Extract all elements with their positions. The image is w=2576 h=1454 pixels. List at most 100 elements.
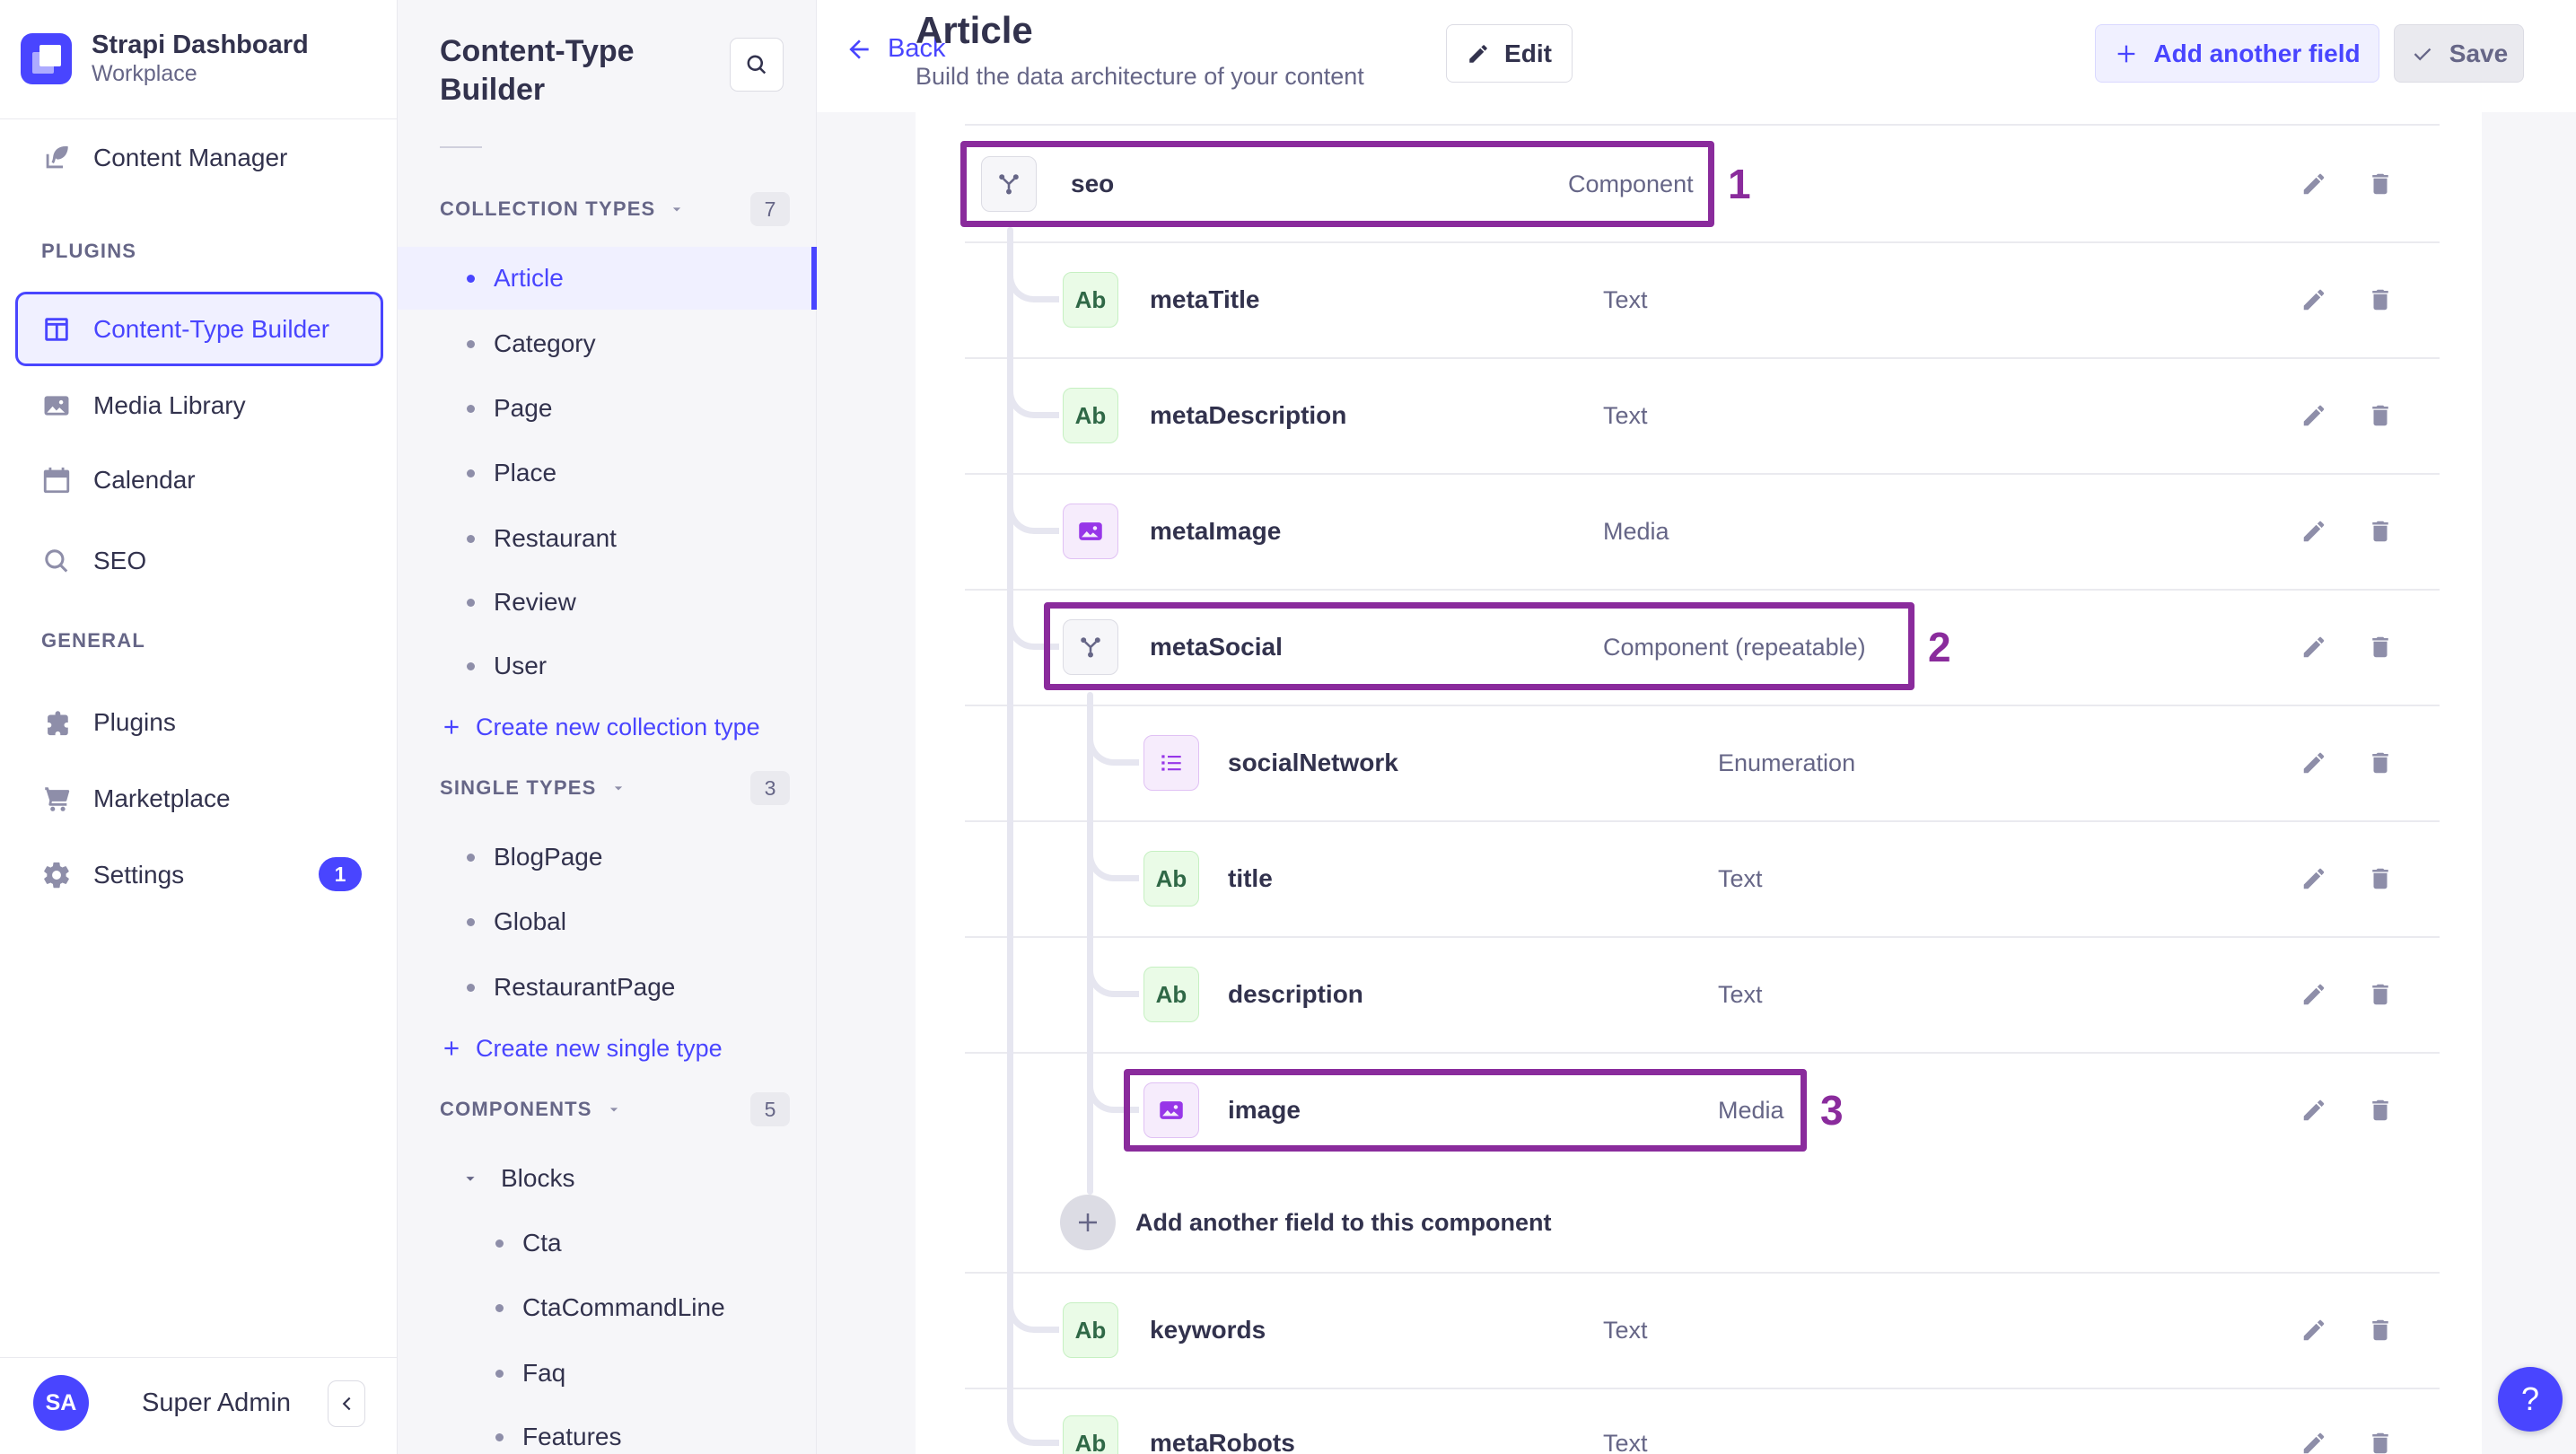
workspace-name: Workplace (92, 61, 197, 86)
sidebar-item-global[interactable]: Global (398, 895, 817, 949)
bullet-icon (495, 1239, 504, 1248)
sidebar-item-article[interactable]: Article (398, 247, 817, 310)
check-icon (2414, 48, 2431, 60)
field-row-metarobots: Ab metaRobots Text (916, 1415, 2441, 1454)
text-field-icon: Ab (1143, 967, 1199, 1022)
sidebar-item-restaurantpage[interactable]: RestaurantPage (398, 960, 817, 1014)
collection-types-header[interactable]: COLLECTION TYPES (440, 182, 686, 236)
edit-field-button[interactable] (2300, 402, 2327, 429)
search-button[interactable] (730, 38, 784, 92)
divider (0, 118, 397, 119)
sidebar-item-faq[interactable]: Faq (398, 1346, 817, 1400)
plus-circle-icon (1060, 1195, 1116, 1250)
nav-item-plugins[interactable]: Plugins (41, 696, 176, 749)
nav-label: Media Library (93, 391, 246, 419)
item-label: RestaurantPage (494, 973, 676, 1001)
field-type: Component (1568, 171, 1694, 197)
sidebar-item-blogpage[interactable]: BlogPage (398, 830, 817, 884)
seo-search-icon (41, 546, 72, 576)
edit-field-button[interactable] (2300, 518, 2327, 545)
delete-field-button[interactable] (2367, 1097, 2394, 1124)
edit-field-button[interactable] (2300, 749, 2327, 776)
create-single-type-link[interactable]: Create new single type (440, 1023, 723, 1073)
delete-field-button[interactable] (2367, 518, 2394, 545)
annotation-number-1: 1 (1728, 161, 1751, 207)
bullet-icon (467, 853, 475, 862)
delete-field-button[interactable] (2367, 171, 2394, 197)
user-avatar[interactable]: SA (33, 1375, 89, 1431)
item-label: Cta (522, 1229, 562, 1257)
add-another-field-button[interactable]: Add another field (2095, 24, 2379, 83)
row-divider (965, 1272, 2440, 1274)
nav-item-settings[interactable]: Settings (41, 848, 184, 902)
chevron-left-icon (342, 1397, 351, 1411)
edit-field-button[interactable] (2300, 865, 2327, 892)
delete-field-button[interactable] (2367, 634, 2394, 661)
nav-label: Plugins (93, 708, 176, 736)
item-label: Blocks (501, 1164, 575, 1192)
edit-field-button[interactable] (2300, 1430, 2327, 1454)
delete-field-button[interactable] (2367, 1317, 2394, 1344)
sidebar-item-user[interactable]: User (398, 639, 817, 693)
delete-field-button[interactable] (2367, 402, 2394, 429)
field-type: Text (1718, 865, 1763, 892)
delete-field-button[interactable] (2367, 749, 2394, 776)
plugins-puzzle-icon (41, 707, 72, 738)
group-label: COMPONENTS (440, 1098, 592, 1120)
edit-field-button[interactable] (2300, 981, 2327, 1008)
nav-item-media-library[interactable]: Media Library (41, 379, 246, 433)
sidebar-item-restaurant[interactable]: Restaurant (398, 512, 817, 565)
collection-types-count: 7 (750, 192, 790, 226)
edit-field-button[interactable] (2300, 634, 2327, 661)
bullet-icon (467, 339, 475, 348)
divider (0, 1357, 397, 1358)
bullet-icon (467, 404, 475, 413)
nav-item-seo[interactable]: SEO (41, 534, 146, 588)
create-collection-type-link[interactable]: Create new collection type (440, 702, 760, 752)
nav-item-content-manager[interactable]: Content Manager (41, 131, 287, 185)
add-field-to-component-button[interactable]: Add another field to this component (916, 1195, 2172, 1250)
delete-field-button[interactable] (2367, 981, 2394, 1008)
caret-down-icon (614, 786, 622, 791)
collapse-nav-button[interactable] (328, 1380, 365, 1427)
components-header[interactable]: COMPONENTS (440, 1082, 623, 1136)
nav-item-calendar[interactable]: Calendar (41, 453, 196, 507)
item-label: Page (494, 394, 553, 422)
edit-field-button[interactable] (2300, 286, 2327, 313)
nav-item-content-type-builder[interactable]: Content-Type Builder (15, 292, 383, 366)
edit-field-button[interactable] (2300, 171, 2327, 197)
edit-field-button[interactable] (2300, 1097, 2327, 1124)
sidebar-item-page[interactable]: Page (398, 381, 817, 435)
link-label: Create new single type (476, 1034, 723, 1062)
field-name: metaDescription (1150, 401, 1347, 429)
edit-field-button[interactable] (2300, 1317, 2327, 1344)
text-field-icon: Ab (1063, 1302, 1118, 1358)
single-types-header[interactable]: SINGLE TYPES (440, 761, 627, 815)
sidebar-item-cta[interactable]: Cta (398, 1216, 817, 1270)
sidebar-item-features[interactable]: Features (398, 1410, 817, 1454)
sidebar-item-category[interactable]: Category (398, 317, 817, 371)
delete-field-button[interactable] (2367, 1430, 2394, 1454)
annotation-number-3: 3 (1820, 1087, 1844, 1134)
sidebar-item-ctacommandline[interactable]: CtaCommandLine (398, 1281, 817, 1335)
edit-button[interactable]: Edit (1446, 24, 1573, 83)
help-button[interactable]: ? (2498, 1367, 2563, 1432)
delete-field-button[interactable] (2367, 286, 2394, 313)
sidebar-item-review[interactable]: Review (398, 575, 817, 629)
sidebar-item-place[interactable]: Place (398, 446, 817, 500)
nav-item-marketplace[interactable]: Marketplace (41, 772, 231, 826)
component-category-blocks[interactable]: Blocks (460, 1152, 802, 1205)
media-field-icon (1143, 1082, 1199, 1138)
field-row-socialnetwork: socialNetwork Enumeration (916, 735, 2441, 791)
delete-field-button[interactable] (2367, 865, 2394, 892)
field-row-metaimage: metaImage Media (916, 504, 2441, 559)
save-button[interactable]: Save (2394, 24, 2524, 83)
enumeration-field-icon (1143, 735, 1199, 791)
workspace-switcher[interactable]: Strapi Dashboard Workplace (21, 30, 309, 87)
button-label: Add another field (2153, 39, 2361, 67)
field-name: metaTitle (1150, 285, 1260, 313)
strapi-logo-icon (21, 32, 72, 84)
nav-label: Marketplace (93, 784, 231, 812)
brand-text: Strapi Dashboard Workplace (92, 30, 309, 87)
content-manager-icon (41, 143, 72, 173)
